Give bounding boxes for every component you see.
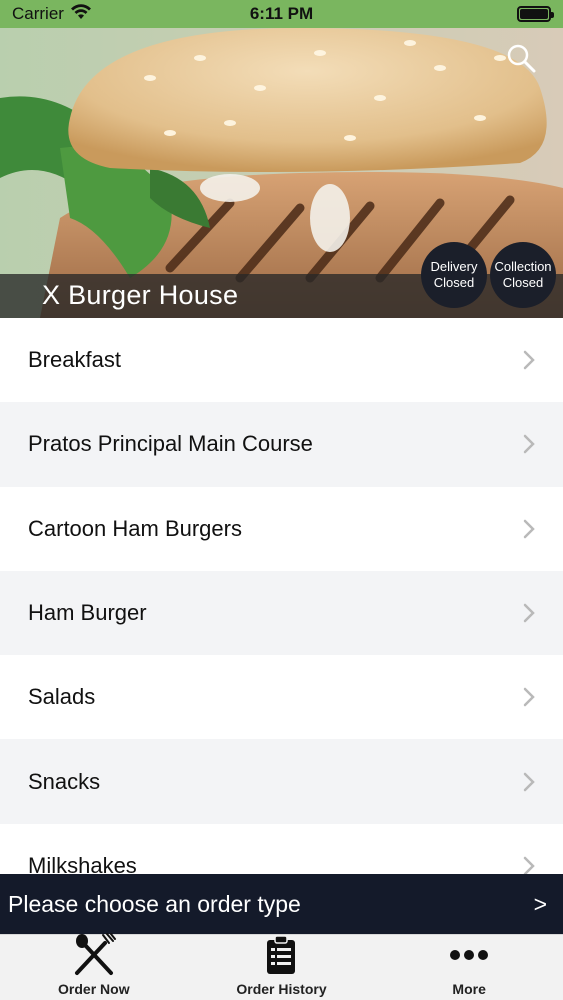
order-type-prompt: Please choose an order type <box>8 890 301 917</box>
menu-category-list: Breakfast Pratos Principal Main Course C… <box>0 318 563 874</box>
menu-item-label: Ham Burger <box>28 600 147 626</box>
wifi-icon <box>70 3 92 25</box>
order-type-arrow-icon: > <box>533 890 547 917</box>
tab-label: Order History <box>236 981 327 997</box>
delivery-status-value: Closed <box>433 275 475 290</box>
menu-item-ham-burger[interactable]: Ham Burger <box>0 570 563 656</box>
collection-status-value: Closed <box>502 275 544 290</box>
carrier-label: Carrier <box>12 4 64 23</box>
order-type-banner[interactable]: Please choose an order type > <box>0 874 563 934</box>
collection-status-label: Collection <box>494 259 552 274</box>
delivery-status-label: Delivery <box>430 259 478 274</box>
menu-item-label: Salads <box>28 684 96 710</box>
chevron-right-icon <box>523 350 535 370</box>
chevron-right-icon <box>523 519 535 538</box>
status-left: Carrier <box>12 3 92 25</box>
menu-item-main-course[interactable]: Pratos Principal Main Course <box>0 402 563 487</box>
chevron-right-icon <box>523 856 535 874</box>
hero-banner: X Burger House Delivery Closed Collectio… <box>0 28 563 318</box>
fork-knife-icon <box>71 933 117 977</box>
tab-label: More <box>452 981 486 997</box>
more-dots-icon <box>449 933 489 977</box>
clipboard-list-icon <box>266 933 296 977</box>
search-button[interactable] <box>505 42 537 74</box>
chevron-right-icon <box>523 688 535 707</box>
menu-item-label: Breakfast <box>28 347 121 373</box>
tab-more[interactable]: More <box>376 933 563 1000</box>
menu-item-label: Milkshakes <box>28 852 137 874</box>
tab-label: Order Now <box>58 981 130 997</box>
bottom-tab-bar: Order Now Order History More <box>0 933 563 1000</box>
menu-item-breakfast[interactable]: Breakfast <box>0 318 563 403</box>
menu-item-label: Cartoon Ham Burgers <box>28 515 242 541</box>
menu-item-label: Pratos Principal Main Course <box>28 431 313 457</box>
tab-order-now[interactable]: Order Now <box>0 933 187 1000</box>
menu-item-cartoon-ham-burgers[interactable]: Cartoon Ham Burgers <box>0 486 563 571</box>
tab-order-history[interactable]: Order History <box>188 933 375 1000</box>
menu-item-snacks[interactable]: Snacks <box>0 739 563 824</box>
menu-item-label: Snacks <box>28 768 101 794</box>
status-bar: Carrier 6:11 PM <box>0 0 563 28</box>
search-icon <box>507 44 536 73</box>
chevron-right-icon <box>523 435 535 454</box>
menu-item-milkshakes[interactable]: Milkshakes <box>0 823 563 874</box>
battery-icon <box>517 6 554 22</box>
chevron-right-icon <box>523 603 535 623</box>
delivery-status-badge[interactable]: Delivery Closed <box>421 242 487 308</box>
menu-item-salads[interactable]: Salads <box>0 655 563 740</box>
collection-status-badge[interactable]: Collection Closed <box>490 242 556 308</box>
restaurant-name: X Burger House <box>42 280 239 310</box>
chevron-right-icon <box>523 772 535 791</box>
